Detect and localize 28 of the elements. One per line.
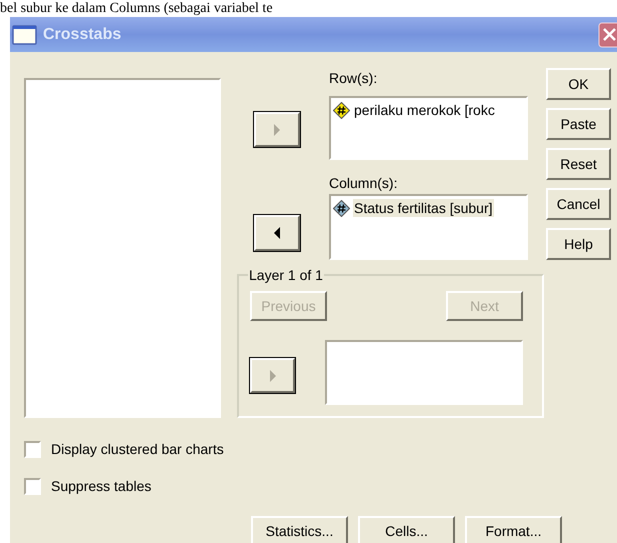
dialog-button[interactable]: Cancel — [546, 188, 611, 220]
checkbox-label: Suppress tables — [51, 476, 152, 496]
checkbox[interactable] — [24, 478, 41, 494]
close-icon[interactable] — [598, 22, 617, 48]
window-icon — [12, 24, 37, 44]
dialog-button[interactable]: OK — [546, 68, 611, 100]
diamond-hash-icon — [333, 102, 350, 118]
variable-list[interactable]: Status fertilitas [subur] — [329, 194, 528, 260]
dialog-button[interactable]: Format... — [465, 516, 562, 543]
dialog-button[interactable]: Reset — [546, 148, 611, 180]
variable-item[interactable]: Status fertilitas [subur] — [353, 199, 494, 217]
right-triangle-icon — [271, 124, 283, 136]
dialog-button[interactable]: Help — [546, 228, 611, 260]
window-title: Crosstabs — [43, 24, 122, 44]
variable-item[interactable]: perilaku merokok [rokc — [353, 101, 496, 119]
columns-label: Column(s): — [329, 174, 398, 192]
dialog-button[interactable]: Cells... — [358, 516, 455, 543]
dialog-button[interactable]: Paste — [546, 108, 611, 140]
checkbox-label: Display clustered bar charts — [51, 440, 224, 459]
arrow-button[interactable] — [254, 215, 300, 251]
layer-variable-list[interactable] — [325, 340, 523, 405]
document-text: bel subur ke dalam Columns (sebagai variabel te — [0, 0, 273, 17]
checkbox[interactable] — [24, 440, 41, 458]
variable-list[interactable]: perilaku merokok [rokc — [329, 96, 528, 160]
rows-label: Row(s): — [329, 69, 378, 88]
diamond-hash-icon — [333, 200, 350, 216]
layer-title: Layer 1 of 1 — [248, 267, 324, 283]
dialog-button[interactable]: Statistics... — [251, 516, 348, 543]
